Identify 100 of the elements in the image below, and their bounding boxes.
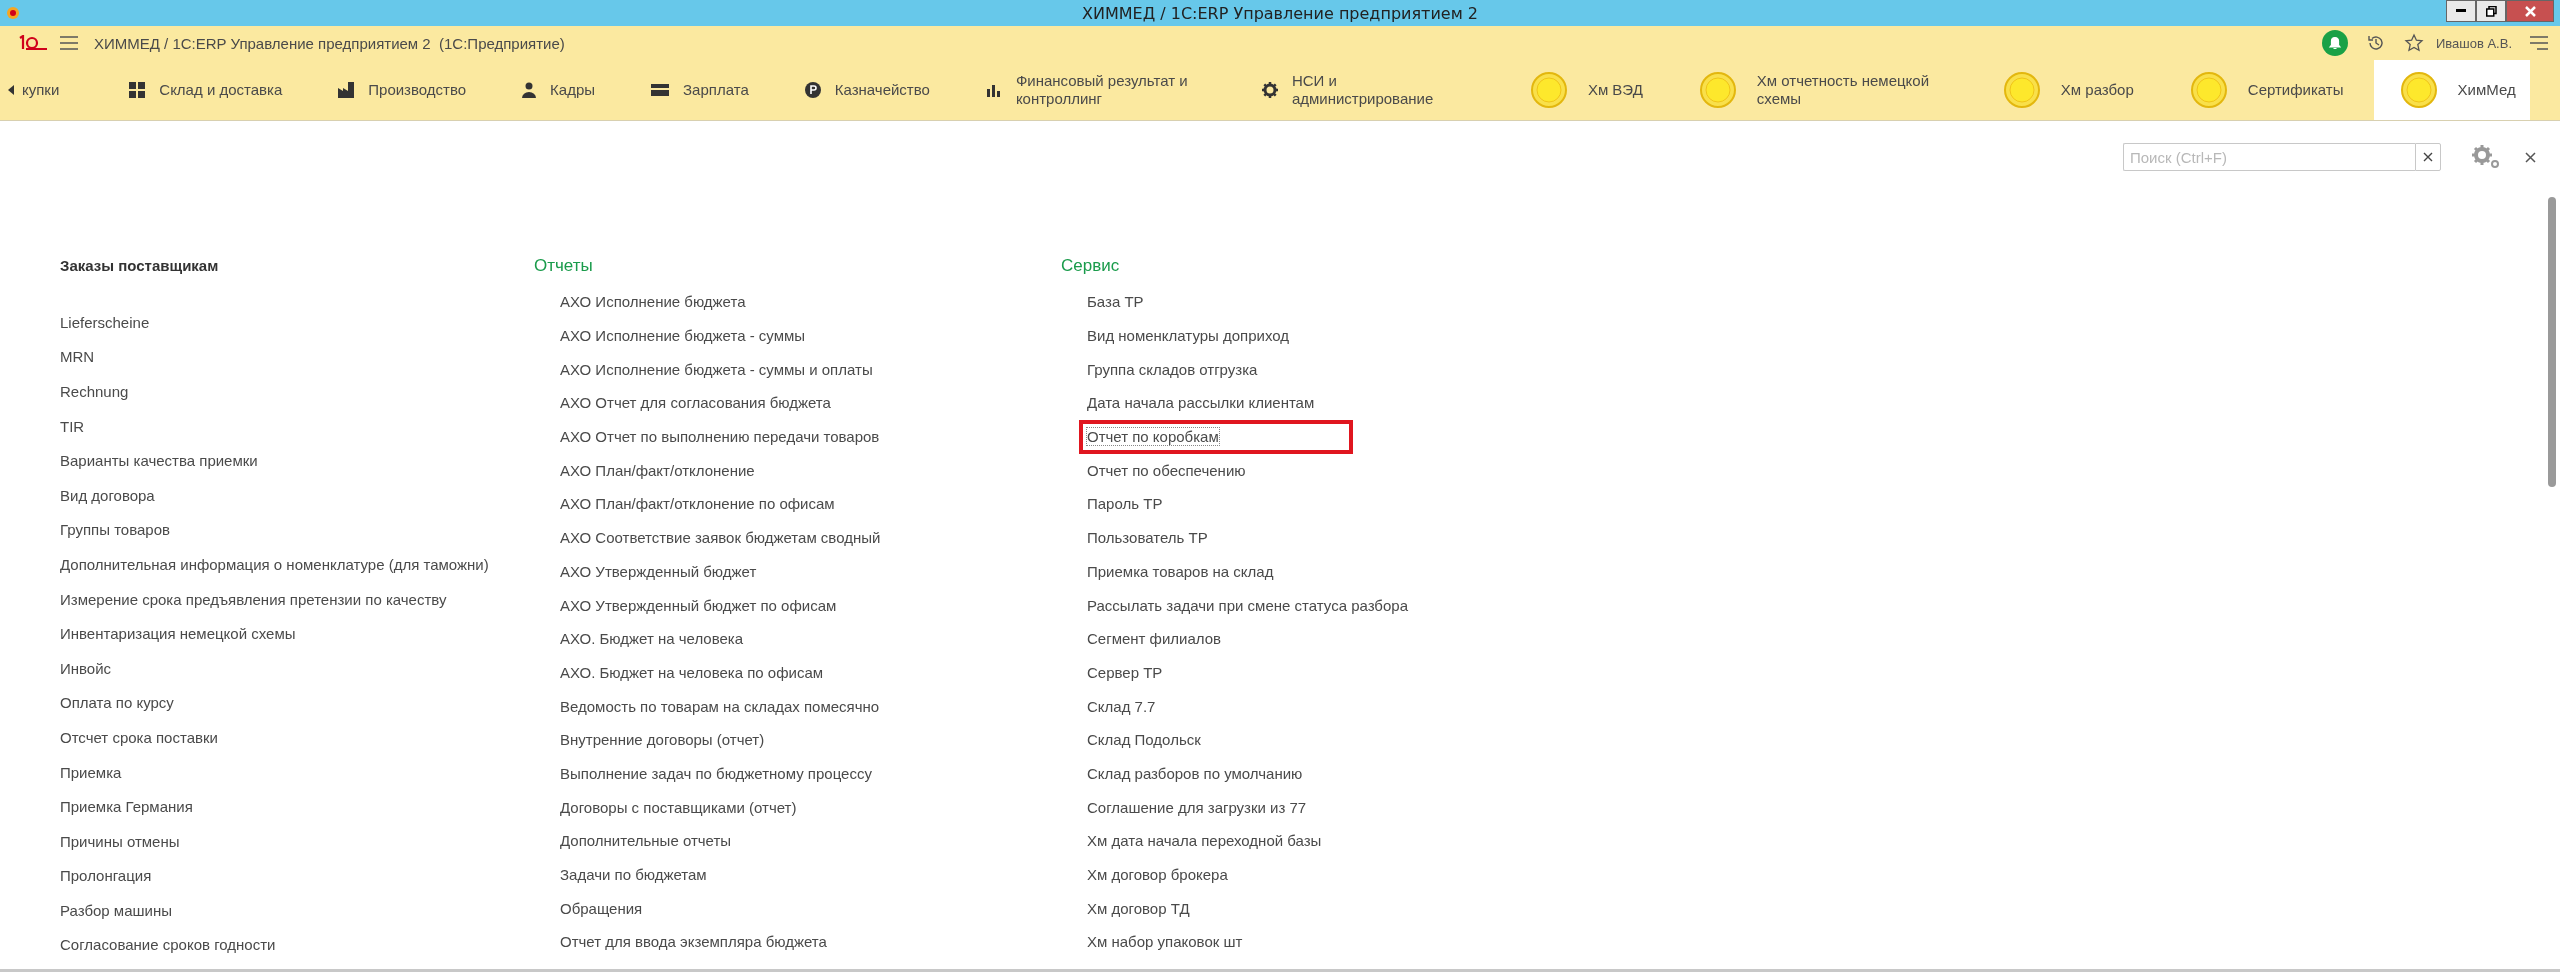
command-link[interactable]: Инвойс — [60, 659, 112, 677]
section-tab[interactable]: ХимМед — [2373, 60, 2530, 120]
person-icon — [522, 82, 537, 98]
settings-icon[interactable] — [2471, 144, 2501, 170]
search-field[interactable]: Поиск (Ctrl+F) — [2123, 143, 2415, 171]
command-link[interactable]: Приемка — [60, 763, 122, 781]
command-link[interactable]: АХО План/факт/отклонение по офисам — [560, 495, 835, 513]
command-link[interactable]: Пароль ТР — [1087, 495, 1163, 513]
section-tab[interactable]: купки — [22, 60, 96, 120]
minimize-button[interactable] — [2446, 0, 2476, 22]
menu-icon[interactable] — [2530, 36, 2548, 50]
command-link[interactable]: Отчет по обеспечению — [1087, 461, 1246, 479]
star-icon[interactable] — [2403, 33, 2424, 53]
command-link[interactable]: База ТР — [1087, 293, 1144, 311]
command-link[interactable]: Склад разборов по умолчанию — [1087, 764, 1303, 782]
command-link[interactable]: Причины отмены — [60, 832, 180, 850]
command-link[interactable]: Ведомость по товарам на складах помесячно — [560, 697, 880, 715]
clear-button[interactable] — [2415, 143, 2441, 171]
minimize-icon — [2456, 9, 2466, 13]
section-tab[interactable]: Хм ВЭД — [1503, 60, 1673, 120]
command-link[interactable]: Хм набор упаковок шт — [1087, 933, 1243, 951]
command-link[interactable]: Приемка Германия — [60, 798, 193, 816]
column-heading: Заказы поставщикам — [60, 256, 220, 276]
section-tab[interactable]: НСИ и администрирование — [1227, 60, 1504, 120]
command-link[interactable]: Дополнительные отчеты — [560, 832, 732, 850]
command-link[interactable]: Сервер ТР — [1087, 663, 1163, 681]
command-link[interactable]: АХО Утвержденный бюджет — [560, 562, 757, 580]
command-link[interactable]: АХО Утвержденный бюджет по офисам — [560, 596, 837, 614]
command-link[interactable]: Вид номенклатуры доприход — [1087, 327, 1290, 345]
command-link[interactable]: АХО Исполнение бюджета — [560, 293, 746, 311]
bar-chart-icon — [985, 83, 1002, 97]
command-link[interactable]: Согласование сроков годности — [60, 936, 276, 954]
command-link[interactable]: Договоры с поставщиками (отчет) — [560, 798, 797, 816]
gear-icon — [1261, 82, 1278, 98]
section-tab[interactable]: Финансовый результат и контроллинг — [951, 60, 1228, 120]
command-link[interactable]: Разбор машины — [60, 901, 172, 919]
command-link[interactable]: Рассылать задачи при смене статуса разбора — [1087, 596, 1408, 614]
column-heading: Отчеты — [534, 255, 594, 277]
command-link[interactable]: Хм договор брокера — [1087, 866, 1228, 884]
command-link[interactable]: Группы товаров — [60, 521, 170, 539]
scroll-left-icon[interactable] — [8, 85, 14, 95]
command-link[interactable]: АХО. Бюджет на человека — [560, 630, 744, 648]
command-link[interactable]: Варианты качества приемки — [60, 452, 258, 470]
command-link[interactable]: Lieferscheine — [60, 313, 150, 331]
grid-icon — [129, 82, 146, 98]
section-tab[interactable]: Сертификаты — [2163, 60, 2374, 120]
command-link[interactable]: Задачи по бюджетам — [560, 866, 707, 884]
command-link[interactable]: Соглашение для загрузки из 77 — [1087, 798, 1307, 816]
command-link[interactable]: TIR — [60, 417, 85, 435]
command-link[interactable]: АХО План/факт/отклонение — [560, 461, 755, 479]
section-tab[interactable]: Казначейство — [770, 60, 952, 120]
command-link[interactable]: Инвентаризация немецкой схемы — [60, 625, 296, 643]
restore-button[interactable] — [2476, 0, 2506, 22]
command-link[interactable]: АХО Отчет для согласования бюджета — [560, 394, 831, 412]
command-link[interactable]: Хм договор ТД — [1087, 899, 1190, 917]
command-link[interactable]: Склад 7.7 — [1087, 697, 1156, 715]
banknote-icon — [651, 84, 670, 96]
command-link[interactable]: Пользователь ТР — [1087, 529, 1208, 547]
command-link[interactable]: АХО Исполнение бюджета - суммы — [560, 327, 806, 345]
command-link[interactable]: Отчет по коробкам — [1087, 428, 1219, 446]
close-button[interactable] — [2506, 0, 2554, 22]
section-tab[interactable]: Кадры — [488, 60, 618, 120]
notification-bell-icon[interactable] — [2321, 30, 2348, 56]
command-link[interactable]: Дата начала рассылки клиентам — [1087, 394, 1315, 412]
menu-icon[interactable] — [60, 36, 78, 50]
circle-icon — [1529, 71, 1568, 109]
factory-icon — [338, 82, 355, 98]
command-link[interactable]: АХО Исполнение бюджета - суммы и оплаты — [560, 360, 873, 378]
command-link[interactable]: Склад Подольск — [1087, 731, 1201, 749]
window-title: ХИММЕД / 1С:ERP Управление предприятием 2 — [1082, 3, 1478, 23]
command-link[interactable]: Rechnung — [60, 383, 129, 400]
command-link[interactable]: Выполнение задач по бюджетному процессу — [560, 764, 872, 782]
command-link[interactable]: MRN — [60, 348, 95, 366]
command-link[interactable]: Вид договора — [60, 486, 155, 504]
command-link[interactable]: Оплата по курсу — [60, 694, 174, 712]
history-icon[interactable] — [2365, 33, 2386, 53]
command-link[interactable]: Хм дата начала переходной базы — [1087, 832, 1322, 850]
logo-icon — [18, 35, 48, 51]
section-tab[interactable]: Хм разбор — [1976, 60, 2164, 120]
command-link[interactable]: Отсчет срока поставки — [60, 728, 218, 746]
command-link[interactable]: Измерение срока предъявления претензии по качеству — [60, 590, 447, 608]
command-link[interactable]: Приемка товаров на склад — [1087, 562, 1274, 580]
command-link[interactable]: АХО Соответствие заявок бюджетам сводный — [560, 529, 881, 547]
command-link[interactable]: Дополнительная информация о номенклатуре (для таможни) — [60, 555, 489, 573]
command-link[interactable]: Отчет для ввода экземпляра бюджета — [560, 933, 827, 951]
command-link[interactable]: АХО. Бюджет на человека по офисам — [560, 663, 824, 681]
command-link[interactable]: Обращения — [560, 899, 643, 917]
circle-icon — [2002, 71, 2041, 109]
command-link[interactable]: АХО Отчет по выполнению передачи товаров — [560, 428, 880, 446]
command-link[interactable]: Сегмент филиалов — [1087, 630, 1222, 648]
command-link[interactable]: Внутренние договоры (отчет) — [560, 731, 765, 749]
command-link[interactable]: Группа складов отгрузка — [1087, 360, 1258, 378]
command-link[interactable]: Пролонгация — [60, 867, 152, 885]
section-tab[interactable]: Хм отчетность немецкой схемы — [1672, 60, 1977, 120]
section-tab[interactable]: Производство — [304, 60, 489, 120]
user-name[interactable]: Ивашов А.В. — [2435, 35, 2512, 51]
close-icon[interactable] — [2525, 151, 2536, 163]
section-tab[interactable]: Склад и доставка — [95, 60, 305, 120]
section-tab[interactable]: Зарплата — [617, 60, 771, 120]
scrollbar-thumb[interactable] — [2548, 197, 2556, 487]
